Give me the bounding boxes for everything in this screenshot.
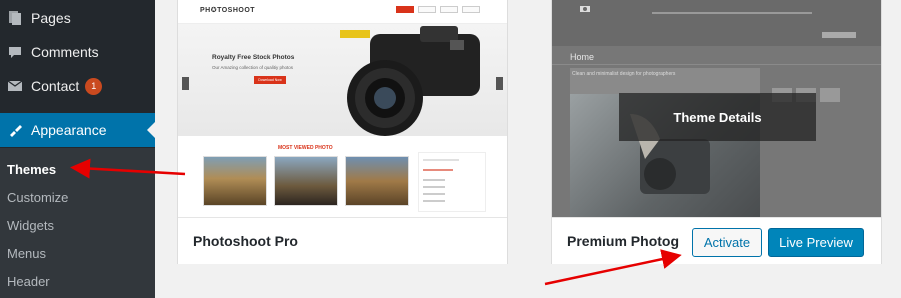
theme-card-footer: Photoshoot Pro [178,217,507,264]
theme-card-premium-photography[interactable]: Home Clean and minimalist design for pho… [551,0,882,264]
screenshot-nav [396,6,414,13]
hero-subtitle: Our Amazing collection of qualitiy photo… [212,65,294,70]
screenshot-sidebar [418,152,486,212]
photo-thumb [203,156,267,206]
photo-thumb [345,156,409,206]
theme-screenshot[interactable]: PH✪TOSHOOT Royalty Free Stock Photos Our… [178,0,507,217]
theme-screenshot[interactable]: Home Clean and minimalist design for pho… [552,0,881,217]
menu-item-label: Pages [31,10,71,26]
sidebar-line [423,200,445,202]
theme-details-overlay[interactable]: Theme Details [619,93,816,141]
activate-button[interactable]: Activate [692,228,762,257]
sidebar-line [423,186,445,188]
menu-item-label: Comments [31,44,99,60]
brush-icon [8,123,22,137]
theme-card-photoshoot-pro[interactable]: PH✪TOSHOOT Royalty Free Stock Photos Our… [177,0,508,264]
sidebar-thumb [820,88,840,102]
submenu-item-header[interactable]: Header [7,274,50,289]
menu-item-label: Contact [31,78,80,94]
screenshot-home-label: Home [570,52,595,62]
screenshot-header: PH✪TOSHOOT [178,0,507,24]
screenshot-nav [418,6,436,13]
theme-name: Photoshoot Pro [193,233,298,249]
submenu-item-widgets[interactable]: Widgets [7,218,54,233]
live-preview-button[interactable]: Live Preview [768,228,864,257]
screenshot-header [552,0,881,46]
camera-image [340,26,480,136]
social-icons [822,32,856,38]
comments-icon [8,45,22,59]
section-title: MOST VIEWED PHOTO [278,145,333,151]
appearance-submenu: Themes Customize Widgets Menus Header [0,148,155,298]
sidebar-line [423,169,453,171]
photo-thumb [274,156,338,206]
screenshot-nav [440,6,458,13]
pages-icon [8,11,22,25]
sidebar-line [423,159,459,161]
theme-name: Premium Photography [567,233,679,249]
mail-icon [7,79,23,93]
admin-sidebar: Pages Comments Contact 1 Appearance Them… [0,0,155,298]
hero-button: Download Now [254,76,286,84]
menu-item-comments[interactable]: Comments [0,35,155,69]
menu-item-contact[interactable]: Contact 1 [0,69,155,103]
sidebar-line [423,193,445,195]
divider [552,64,881,65]
submenu-item-customize[interactable]: Customize [7,190,68,205]
slider-prev-icon [182,77,189,90]
submenu-item-themes[interactable]: Themes [7,162,56,177]
screenshot-logo: PH✪TOSHOOT [200,7,256,14]
screenshot-hero: Royalty Free Stock Photos Our Amazing co… [178,24,507,136]
theme-details-label: Theme Details [673,109,762,125]
hero-title: Royalty Free Stock Photos [212,54,295,61]
activate-label: Activate [703,235,751,250]
menu-item-pages[interactable]: Pages [0,1,155,35]
theme-card-footer: Premium Photography Activate Live Previe… [552,217,881,264]
screenshot-nav [462,6,480,13]
post-title: Clean and minimalist design for photogra… [572,71,676,77]
submenu-item-menus[interactable]: Menus [7,246,46,261]
live-preview-label: Live Preview [779,235,853,250]
menu-item-appearance[interactable]: Appearance [0,113,155,147]
slider-next-icon [496,77,503,90]
camera-logo-icon [580,6,590,12]
count-badge: 1 [85,77,103,95]
menu-item-label: Appearance [31,122,107,138]
screenshot-nav [652,12,812,14]
sidebar-line [423,179,445,181]
screenshot-content: MOST VIEWED PHOTO [178,136,507,217]
